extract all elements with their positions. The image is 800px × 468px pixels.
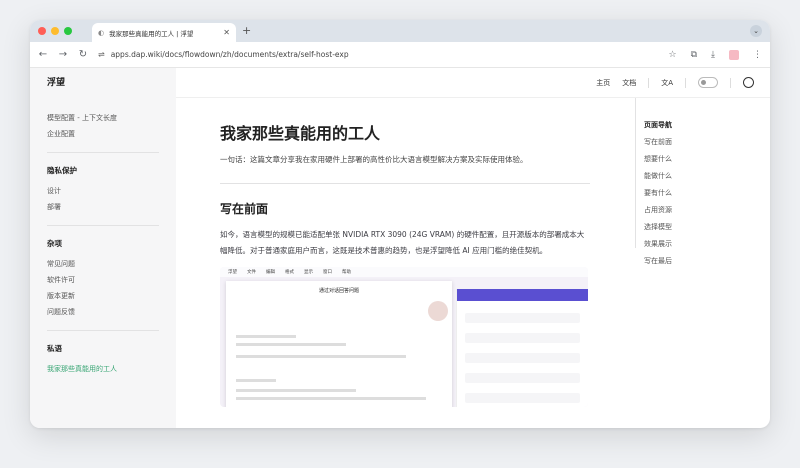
text-line — [236, 355, 406, 358]
browser-window: ◐ 我家那些真能用的工人 | 浮望 ✕ + ⌄ ← → ↻ ⇌ apps.dap… — [30, 20, 770, 428]
screenshot-menu-item: 文件 — [247, 270, 256, 275]
sidebar-section-misc: 杂项 常见问题 软件许可 版本更新 问题反馈 — [47, 226, 159, 331]
text-line — [236, 343, 346, 346]
active-tab[interactable]: ◐ 我家那些真能用的工人 | 浮望 ✕ — [92, 23, 236, 42]
section-heading: 写在前面 — [220, 202, 269, 216]
sidebar-section-title: 隐私保护 — [47, 166, 77, 175]
browser-toolbar: ← → ↻ ⇌ apps.dap.wiki/docs/flowdown/zh/d… — [30, 42, 770, 68]
theme-toggle[interactable] — [698, 77, 718, 88]
extension-icon[interactable] — [729, 49, 739, 60]
article-screenshot: 浮望 文件 编辑 格式 显示 窗口 帮助 通过对话回答问题 — [220, 267, 588, 407]
divider — [648, 77, 650, 88]
outline-item[interactable]: 能做什么 — [644, 168, 755, 185]
forward-icon[interactable]: → — [58, 49, 68, 60]
panel-row — [465, 313, 580, 323]
site-header: 主页 文档 文A — [176, 68, 770, 98]
outline-item[interactable]: 想要什么 — [644, 151, 755, 168]
text-line — [236, 335, 296, 338]
screenshot-menu-item: 窗口 — [323, 270, 332, 275]
panel-header — [457, 289, 588, 301]
maximize-window-button[interactable] — [64, 27, 72, 35]
divider — [730, 77, 731, 88]
language-icon[interactable]: 文A — [661, 78, 673, 88]
tab-favicon-icon: ◐ — [98, 28, 105, 37]
extensions-icon[interactable]: ⧉ — [691, 50, 697, 60]
sidebar-item[interactable]: 部署 — [47, 199, 159, 215]
download-icon[interactable]: ⤓ — [711, 50, 715, 60]
article: 我家那些真能用的工人 一句话：这篇文章分享我在家用硬件上部署的高性价比大语言模型… — [220, 98, 590, 407]
sidebar-item-active[interactable]: 我家那些真能用的工人 — [47, 361, 159, 377]
site-brand[interactable]: 浮望 — [47, 78, 159, 98]
screenshot-menu-item: 格式 — [285, 270, 294, 275]
menu-kebab-icon[interactable]: ⋮ — [753, 50, 762, 60]
sidebar-section-title: 杂项 — [47, 239, 62, 248]
screenshot-menu-item: 浮望 — [228, 270, 237, 275]
sidebar-item[interactable]: 问题反馈 — [47, 304, 159, 320]
screenshot-dialog-title: 通过对话回答问题 — [318, 288, 359, 294]
close-window-button[interactable] — [38, 27, 46, 35]
outline-item[interactable]: 写在最后 — [644, 253, 755, 270]
nav-home-link[interactable]: 主页 — [596, 78, 610, 88]
outline-item[interactable]: 效果展示 — [644, 236, 755, 253]
panel-row — [465, 333, 580, 343]
sidebar-item[interactable]: 设计 — [47, 183, 159, 199]
screenshot-menubar: 浮望 文件 编辑 格式 显示 窗口 帮助 — [220, 267, 588, 277]
text-line — [236, 389, 356, 392]
sidebar-item[interactable]: 软件许可 — [47, 272, 159, 288]
close-tab-icon[interactable]: ✕ — [223, 28, 230, 37]
outline-item[interactable]: 占用资源 — [644, 202, 755, 219]
sidebar-section-private: 私语 我家那些真能用的工人 — [47, 331, 159, 387]
tab-search-button[interactable]: ⌄ — [750, 25, 762, 37]
screenshot-menu-item: 帮助 — [342, 270, 351, 275]
screenshot-side-panel — [456, 289, 588, 407]
address-bar[interactable]: ⇌ apps.dap.wiki/docs/flowdown/zh/documen… — [98, 50, 659, 59]
bookmark-star-icon[interactable]: ☆ — [669, 50, 677, 60]
screenshot-menu-item: 编辑 — [266, 270, 275, 275]
back-icon[interactable]: ← — [38, 49, 48, 60]
outline-item[interactable]: 写在前面 — [644, 134, 755, 151]
text-line — [236, 379, 276, 382]
window-controls — [38, 27, 72, 35]
nav-docs-link[interactable]: 文档 — [622, 78, 636, 88]
minimize-window-button[interactable] — [51, 27, 59, 35]
sidebar-item[interactable]: 模型配置 - 上下文长度 — [47, 110, 159, 126]
avatar — [428, 301, 448, 321]
panel-row — [465, 373, 580, 383]
sidebar-item[interactable]: 常见问题 — [47, 256, 159, 272]
article-lead: 一句话：这篇文章分享我在家用硬件上部署的高性价比大语言模型解决方案及实际使用体验… — [220, 154, 590, 184]
text-line — [236, 397, 426, 400]
divider — [685, 77, 686, 88]
tab-strip: ◐ 我家那些真能用的工人 | 浮望 ✕ + ⌄ — [30, 20, 770, 42]
page-outline: 页面导航 写在前面 想要什么 能做什么 要有什么 占用资源 选择模型 效果展示 … — [635, 98, 755, 265]
github-icon[interactable] — [743, 77, 754, 88]
outline-item[interactable]: 选择模型 — [644, 219, 755, 236]
sidebar-section-top: 模型配置 - 上下文长度 企业配置 — [47, 98, 159, 153]
sidebar-item[interactable]: 版本更新 — [47, 288, 159, 304]
site-info-icon[interactable]: ⇌ — [98, 50, 105, 59]
web-page: 浮望 模型配置 - 上下文长度 企业配置 隐私保护 设计 部署 杂项 常见问题 … — [30, 68, 770, 428]
article-paragraph: 如今，语言模型的规模已能适配单张 NVIDIA RTX 3090 (24G VR… — [220, 230, 585, 255]
screenshot-dialog: 通过对话回答问题 — [226, 281, 452, 407]
panel-row — [465, 353, 580, 363]
panel-row — [465, 393, 580, 403]
new-tab-button[interactable]: + — [242, 24, 251, 37]
sidebar-section-privacy: 隐私保护 设计 部署 — [47, 153, 159, 226]
sidebar: 浮望 模型配置 - 上下文长度 企业配置 隐私保护 设计 部署 杂项 常见问题 … — [30, 68, 176, 428]
reload-icon[interactable]: ↻ — [78, 49, 88, 60]
outline-title: 页面导航 — [644, 121, 672, 129]
screenshot-menu-item: 显示 — [304, 270, 313, 275]
sidebar-item[interactable]: 企业配置 — [47, 126, 159, 142]
sidebar-section-title: 私语 — [47, 344, 62, 353]
url-text[interactable]: apps.dap.wiki/docs/flowdown/zh/documents… — [111, 50, 349, 59]
tab-title: 我家那些真能用的工人 | 浮望 — [109, 29, 194, 38]
page-title: 我家那些真能用的工人 — [220, 124, 381, 143]
outline-item[interactable]: 要有什么 — [644, 185, 755, 202]
